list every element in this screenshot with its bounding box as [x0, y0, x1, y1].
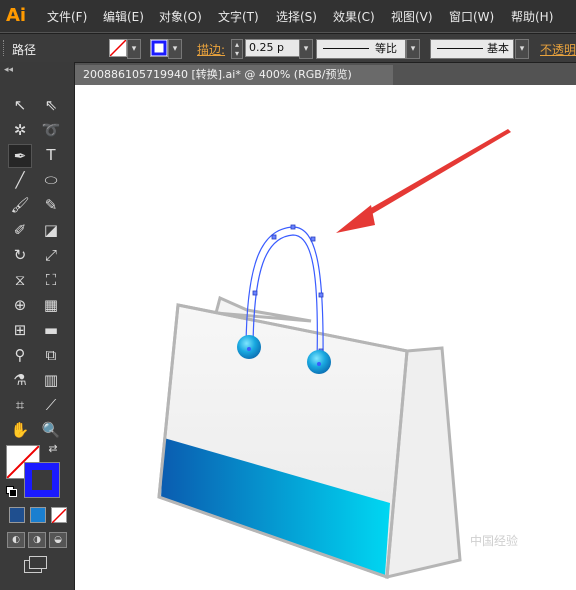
- none-fill-icon: [109, 39, 127, 57]
- brush-dropdown[interactable]: ▾: [515, 39, 529, 59]
- perspective-grid-tool-icon[interactable]: ▦: [40, 294, 62, 316]
- stroke-color-box[interactable]: [24, 462, 60, 498]
- fill-dropdown[interactable]: ▾: [127, 39, 141, 59]
- column-graph-tool-icon[interactable]: ▥: [40, 369, 62, 391]
- symbol-sprayer-tool-icon[interactable]: ⚗: [9, 369, 31, 391]
- menu-window[interactable]: 窗口(W): [449, 8, 494, 25]
- control-bar: 路径 ▾ ▾ 描边: ▴ ▾ 0.25 p ▾ 等比 ▾ 基本 ▾ 不透明: [0, 33, 576, 63]
- width-tool-icon[interactable]: ⧖: [9, 269, 31, 291]
- fill-swatch[interactable]: [109, 39, 127, 57]
- hand-tool-icon[interactable]: ✋: [9, 419, 31, 441]
- stroke-label[interactable]: 描边:: [197, 41, 225, 58]
- swap-fill-stroke-icon[interactable]: ⇄: [46, 442, 60, 456]
- mesh-tool-icon[interactable]: ⊞: [9, 319, 31, 341]
- eyedropper-tool-icon[interactable]: ⚲: [9, 344, 31, 366]
- line-tool-icon[interactable]: ╱: [9, 169, 31, 191]
- stroke-swatch[interactable]: [150, 39, 168, 57]
- watermark-text: 中国经验: [470, 534, 519, 548]
- gradient-tool-icon[interactable]: ▬: [40, 319, 62, 341]
- blob-brush-tool-icon[interactable]: ✐: [9, 219, 31, 241]
- control-bar-grip[interactable]: [3, 40, 7, 56]
- document-tab[interactable]: 20088610571994​0 [转换].ai* @ 400% (RGB/预览…: [75, 65, 393, 85]
- direct-selection-tool-icon[interactable]: ⇖: [40, 94, 62, 116]
- default-colors-icon[interactable]: [6, 486, 17, 497]
- shopping-bag-artwork: [157, 129, 511, 580]
- menu-edit[interactable]: 编辑(E): [103, 8, 144, 25]
- menu-effect[interactable]: 效果(C): [333, 8, 375, 25]
- stroke-color-icon: [151, 40, 167, 56]
- menu-view[interactable]: 视图(V): [391, 8, 433, 25]
- draw-inside-icon[interactable]: ◒: [49, 532, 67, 548]
- eraser-tool-icon[interactable]: ◪: [40, 219, 62, 241]
- none-icon: [51, 508, 67, 524]
- ellipse-tool-icon[interactable]: ⬭: [40, 169, 62, 191]
- artboard-canvas[interactable]: [75, 85, 576, 590]
- pencil-tool-icon[interactable]: ✎: [40, 194, 62, 216]
- opacity-label[interactable]: 不透明: [540, 41, 576, 58]
- menu-object[interactable]: 对象(O): [159, 8, 202, 25]
- stroke-weight-stepper[interactable]: ▴ ▾: [231, 39, 243, 59]
- free-transform-tool-icon[interactable]: ⛶: [40, 269, 62, 291]
- menu-select[interactable]: 选择(S): [276, 8, 317, 25]
- type-tool-icon[interactable]: T: [40, 144, 62, 166]
- pen-tool-icon[interactable]: ✒: [8, 144, 32, 168]
- gradient-mode-button[interactable]: [30, 507, 46, 523]
- illustrator-logo: Ai: [6, 5, 27, 26]
- menu-type[interactable]: 文字(T): [218, 8, 259, 25]
- paintbrush-tool-icon[interactable]: 🖌: [9, 194, 31, 216]
- screen-mode-icon[interactable]: [24, 556, 47, 573]
- menu-help[interactable]: 帮助(H): [511, 8, 553, 25]
- brush-line-icon: [437, 48, 483, 49]
- slice-tool-icon[interactable]: ⟋: [40, 394, 62, 416]
- collapse-panel-icon[interactable]: ◂◂: [4, 65, 13, 75]
- lasso-tool-icon[interactable]: ➰: [40, 119, 62, 141]
- stroke-weight-dropdown[interactable]: ▾: [299, 39, 313, 59]
- profile-line-icon: [323, 48, 369, 49]
- brush-label: 基本: [487, 42, 509, 55]
- rotate-tool-icon[interactable]: ↻: [9, 244, 31, 266]
- artboard-tool-icon[interactable]: ⌗: [9, 394, 31, 416]
- profile-dropdown[interactable]: ▾: [406, 39, 420, 59]
- zoom-tool-icon[interactable]: 🔍: [40, 419, 62, 441]
- menu-bar: Ai 文件(F) 编辑(E) 对象(O) 文字(T) 选择(S) 效果(C) 视…: [0, 0, 576, 32]
- selection-tool-icon[interactable]: ↖: [9, 94, 31, 116]
- scale-tool-icon[interactable]: ⤢: [40, 244, 62, 266]
- draw-behind-icon[interactable]: ◑: [28, 532, 46, 548]
- document-tab-bar: 20088610571994​0 [转换].ai* @ 400% (RGB/预览…: [75, 65, 576, 85]
- brush-definition[interactable]: 基本: [430, 39, 514, 59]
- profile-label: 等比: [375, 42, 397, 55]
- shape-builder-tool-icon[interactable]: ⊕: [9, 294, 31, 316]
- stroke-weight-field[interactable]: 0.25 p: [245, 39, 303, 57]
- tools-panel: ◂◂ ↖ ⇖ ✲ ➰ ✒ T ╱ ⬭ 🖌 ✎ ✐ ◪ ↻ ⤢ ⧖ ⛶ ⊕ ▦ ⊞…: [0, 62, 75, 590]
- magic-wand-tool-icon[interactable]: ✲: [9, 119, 31, 141]
- selection-type-label: 路径: [12, 43, 37, 57]
- variable-width-profile[interactable]: 等比: [316, 39, 406, 59]
- blend-tool-icon[interactable]: ⧉: [40, 344, 62, 366]
- color-mode-button[interactable]: [9, 507, 25, 523]
- none-mode-button[interactable]: [51, 507, 67, 524]
- menu-file[interactable]: 文件(F): [47, 8, 87, 25]
- draw-normal-icon[interactable]: ◐: [7, 532, 25, 548]
- annotation-arrow: [336, 129, 511, 233]
- stroke-dropdown[interactable]: ▾: [168, 39, 182, 59]
